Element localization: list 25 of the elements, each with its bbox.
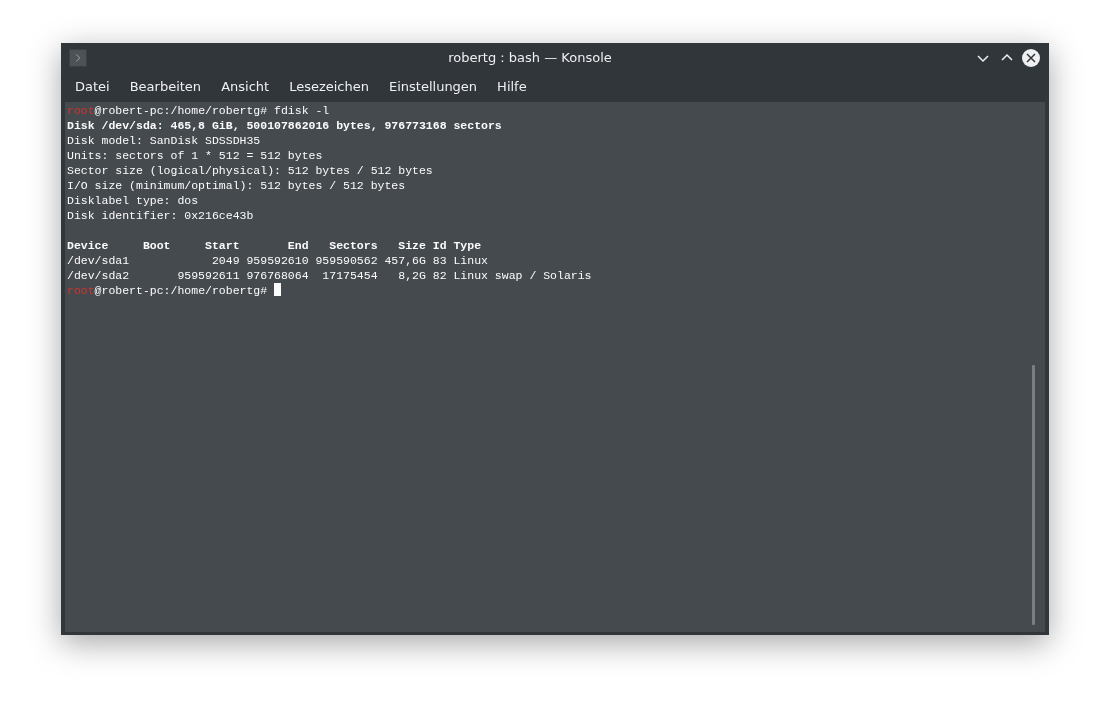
menu-item[interactable]: Bearbeiten: [119, 72, 212, 102]
output-line: Disk /dev/sda: 465,8 GiB, 500107862016 bytes, 976773168 sectors: [67, 119, 502, 132]
menu-item[interactable]: Hilfe: [487, 72, 537, 102]
close-icon[interactable]: [1021, 47, 1041, 68]
output-line: Sector size (logical/physical): 512 bytes / 512 bytes: [67, 164, 433, 177]
window-title: robertg : bash — Konsole: [448, 49, 612, 65]
menu-item[interactable]: Datei: [65, 72, 120, 102]
terminal-icon[interactable]: [69, 48, 87, 67]
prompt-user: root: [67, 284, 95, 297]
scrollbar[interactable]: [1032, 365, 1035, 625]
output-line: Disk model: SanDisk SDSSDH35: [67, 134, 261, 147]
prompt-user: root: [67, 104, 95, 117]
output-line: I/O size (minimum/optimal): 512 bytes / 512 bytes: [67, 179, 406, 192]
prompt-path: @robert-pc:/home/robertg#: [94, 104, 268, 117]
menu-item[interactable]: Lesezeichen: [279, 72, 379, 102]
menu-item[interactable]: Einstellungen: [379, 72, 488, 102]
menu-item[interactable]: Ansicht: [211, 72, 280, 102]
output-line: Disk identifier: 0x216ce43b: [67, 209, 254, 222]
command-text: fdisk -l: [274, 104, 330, 117]
output-line: Disklabel type: dos: [67, 194, 199, 207]
output-line: Device Boot Start End Sectors Size Id Type: [67, 239, 482, 252]
output-line: /dev/sda2 959592611 976768064 17175454 8,2G 82 Linux swap / Solaris: [67, 269, 592, 282]
output-line: Units: sectors of 1 * 512 = 512 bytes: [67, 149, 323, 162]
prompt-path: @robert-pc:/home/robertg#: [94, 284, 268, 297]
output-line: /dev/sda1 2049 959592610 959590562 457,6G 83 Linux: [67, 254, 488, 267]
